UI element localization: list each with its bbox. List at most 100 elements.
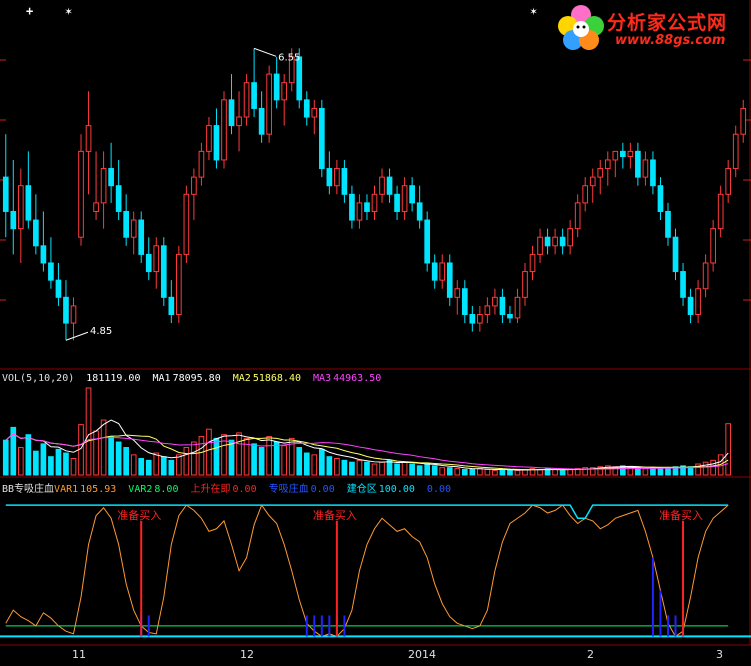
volume-bar bbox=[499, 469, 506, 476]
candle-body bbox=[469, 313, 476, 324]
candle-body bbox=[574, 202, 581, 230]
low-pointer bbox=[65, 331, 89, 341]
ma3-value: 44963.50 bbox=[333, 373, 382, 384]
volume-bar bbox=[303, 452, 310, 476]
candle-body bbox=[740, 107, 747, 135]
candle-body bbox=[138, 219, 145, 255]
candle-body bbox=[672, 236, 679, 273]
volume-bar bbox=[236, 432, 242, 476]
volume-bar bbox=[266, 436, 272, 476]
volume-bar bbox=[439, 467, 446, 476]
candle-body bbox=[582, 185, 589, 204]
candle-body bbox=[17, 185, 24, 230]
volume-bar bbox=[620, 465, 626, 476]
candle-body bbox=[281, 82, 288, 101]
candle-body bbox=[70, 305, 77, 324]
candle-body bbox=[100, 168, 107, 204]
logo-title: 分析家公式网 bbox=[607, 12, 728, 34]
volume-bar bbox=[85, 387, 92, 476]
candle-body bbox=[642, 159, 649, 178]
candle-body bbox=[273, 73, 280, 101]
volume-bar bbox=[318, 448, 325, 476]
volume-bar bbox=[537, 469, 543, 476]
volume-bar bbox=[17, 447, 24, 476]
volume-bar bbox=[191, 441, 197, 476]
var1-line bbox=[5, 504, 729, 638]
ma2-value: 51868.40 bbox=[252, 373, 301, 384]
buy-signal-label: 准备买入 bbox=[117, 508, 161, 522]
candle-body bbox=[243, 82, 250, 118]
volume-bar bbox=[379, 461, 385, 476]
volume-bar bbox=[484, 469, 491, 476]
candle-body bbox=[394, 193, 400, 212]
volume-bar bbox=[311, 454, 318, 476]
candle-body bbox=[710, 228, 716, 264]
candle-body bbox=[454, 288, 461, 298]
volume-bar bbox=[168, 459, 175, 476]
absorb-value: 0.00 bbox=[310, 484, 335, 495]
candle-body bbox=[401, 185, 408, 212]
indicator-name: BB专吸庄血 bbox=[2, 484, 55, 495]
volume-bar bbox=[251, 443, 257, 476]
candle-body bbox=[48, 262, 54, 281]
candle-body bbox=[522, 271, 528, 298]
candle-body bbox=[552, 236, 558, 247]
candle-body bbox=[160, 245, 167, 298]
chart-canvas: 6.55 4.85 准备买入 准备买入 准备买入 bbox=[0, 0, 751, 646]
candle-body bbox=[108, 168, 114, 187]
volume-bar bbox=[469, 469, 476, 476]
candle-body bbox=[153, 245, 160, 273]
candle-body bbox=[499, 296, 506, 315]
candle-body bbox=[33, 219, 39, 247]
candle-body bbox=[409, 185, 415, 204]
volume-bar bbox=[206, 428, 212, 476]
volume-bar bbox=[63, 452, 69, 476]
x-tick-label: 12 bbox=[240, 648, 254, 661]
candle-body bbox=[296, 56, 303, 101]
candle-body bbox=[725, 168, 732, 195]
candle-body bbox=[2, 176, 9, 212]
volume-bar bbox=[702, 461, 709, 476]
volume-bar bbox=[725, 423, 732, 476]
volume-bar bbox=[642, 468, 649, 476]
candle-body bbox=[544, 236, 551, 247]
candle-body bbox=[334, 168, 340, 187]
build-label: 建仓区 bbox=[346, 484, 377, 495]
volume-bar bbox=[33, 450, 39, 476]
rise-value: 0.00 bbox=[232, 484, 257, 495]
cross-marker: + bbox=[26, 4, 34, 18]
var1-value: 105.93 bbox=[80, 484, 117, 495]
volume-bar bbox=[70, 458, 77, 476]
candle-body bbox=[25, 185, 32, 221]
x-tick-label: 2 bbox=[587, 648, 594, 661]
volume-bar bbox=[40, 443, 47, 476]
candle-body bbox=[130, 219, 137, 238]
site-logo: 分析家公式网 www.88gs.com bbox=[555, 2, 750, 52]
volume-bar bbox=[115, 441, 122, 476]
candle-body bbox=[251, 82, 257, 109]
indicator-legend: BB专吸庄血VAR1 105.93 VAR2 8.00 上升在即 0.00 专吸庄血 0… bbox=[2, 480, 457, 495]
ma1-label: MA1 bbox=[152, 373, 171, 384]
candle-body bbox=[349, 193, 355, 221]
volume-bar bbox=[130, 454, 137, 476]
var1-label: VAR1 bbox=[54, 484, 79, 495]
volume-bar bbox=[100, 419, 107, 476]
volume-bar bbox=[176, 454, 182, 476]
candle-body bbox=[559, 236, 566, 247]
volume-bar bbox=[108, 436, 114, 476]
candle-body bbox=[258, 107, 265, 135]
candle-body bbox=[236, 116, 242, 127]
candle-body bbox=[567, 228, 573, 247]
candle-body bbox=[657, 185, 664, 212]
buy-signal-label: 准备买入 bbox=[659, 508, 703, 522]
volume-bar bbox=[446, 467, 453, 476]
candle-body bbox=[507, 313, 513, 319]
x-tick-label: 11 bbox=[72, 648, 86, 661]
volume-bar bbox=[296, 447, 303, 476]
ma2-label: MA2 bbox=[232, 373, 251, 384]
volume-bar bbox=[93, 430, 99, 476]
volume-bar bbox=[401, 461, 408, 476]
volume-bar bbox=[183, 447, 190, 476]
logo-url: www.88gs.com bbox=[615, 33, 726, 48]
high-price-label: 6.55 bbox=[278, 52, 300, 63]
